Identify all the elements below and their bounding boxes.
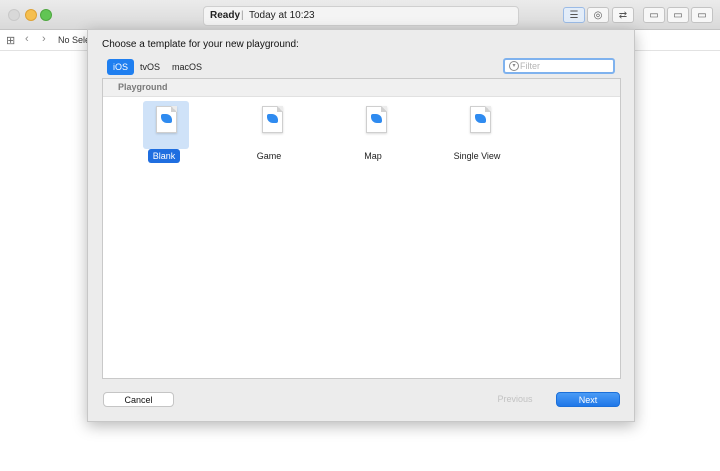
template-label: Map (364, 151, 382, 161)
right-panel-icon: ▭ (697, 10, 707, 21)
jump-bar-selection[interactable]: No Sele (58, 35, 90, 45)
previous-button[interactable]: Previous (483, 392, 547, 407)
toggle-debug-area-button[interactable]: ▭ (667, 7, 689, 23)
template-label: Single View (453, 151, 501, 161)
filter-input[interactable] (520, 60, 610, 72)
bottom-panel-icon: ▭ (673, 10, 683, 21)
next-button[interactable]: Next (556, 392, 620, 407)
template-icon-wrap (457, 101, 501, 145)
sheet-title: Choose a template for your new playgroun… (102, 39, 299, 50)
filter-icon: ▾ (509, 61, 519, 71)
chevron-right-icon[interactable]: › (42, 33, 46, 45)
template-map[interactable]: Map (328, 99, 418, 174)
toggle-navigator-button[interactable]: ▭ (643, 7, 665, 23)
toggle-utilities-button[interactable]: ▭ (691, 7, 713, 23)
chevron-left-icon[interactable]: ‹ (25, 33, 29, 45)
arrows-icon: ⇄ (618, 10, 628, 21)
platform-tab-macos[interactable]: macOS (166, 59, 208, 75)
section-header: Playground (103, 79, 620, 97)
template-icon-wrap (249, 101, 293, 145)
template-blank[interactable]: Blank (119, 99, 209, 174)
status-time: Today at 10:23 (249, 10, 315, 21)
version-editor-button[interactable]: ⇄ (612, 7, 634, 23)
platform-tab-tvos[interactable]: tvOS (134, 59, 166, 75)
template-label: Game (256, 151, 282, 161)
platform-tab-ios[interactable]: iOS (107, 59, 135, 75)
filter-field[interactable]: ▾ (503, 58, 615, 74)
template-label: Blank (147, 149, 181, 163)
window-titlebar: Ready | Today at 10:23 ☰ ◎ ⇄ ▭ ▭ ▭ (0, 0, 720, 30)
assistant-editor-button[interactable]: ◎ (587, 7, 609, 23)
platform-selector: iOS tvOS macOS (107, 59, 208, 75)
swift-doc-icon (156, 106, 177, 133)
close-window-button[interactable] (8, 9, 20, 21)
rings-icon: ◎ (593, 10, 603, 21)
section-title: Playground (118, 82, 168, 92)
swift-doc-icon (366, 106, 387, 133)
zoom-window-button[interactable] (40, 9, 52, 21)
status-separator: | (241, 10, 244, 21)
template-chooser-sheet: Choose a template for your new playgroun… (87, 29, 635, 422)
activity-status: Ready | Today at 10:23 (203, 6, 519, 26)
minimize-window-button[interactable] (25, 9, 37, 21)
template-icon-wrap (143, 101, 189, 149)
template-game[interactable]: Game (224, 99, 314, 174)
related-items-icon[interactable]: ⊞ (6, 34, 15, 47)
template-icon-wrap (353, 101, 397, 145)
left-panel-icon: ▭ (649, 10, 659, 21)
swift-doc-icon (262, 106, 283, 133)
swift-doc-icon (470, 106, 491, 133)
lines-icon: ☰ (569, 10, 579, 21)
standard-editor-button[interactable]: ☰ (563, 7, 585, 23)
template-pane: Playground Blank Game Map Single View (102, 78, 621, 379)
template-single-view[interactable]: Single View (432, 99, 522, 174)
status-state: Ready (210, 10, 241, 21)
cancel-button[interactable]: Cancel (103, 392, 174, 407)
